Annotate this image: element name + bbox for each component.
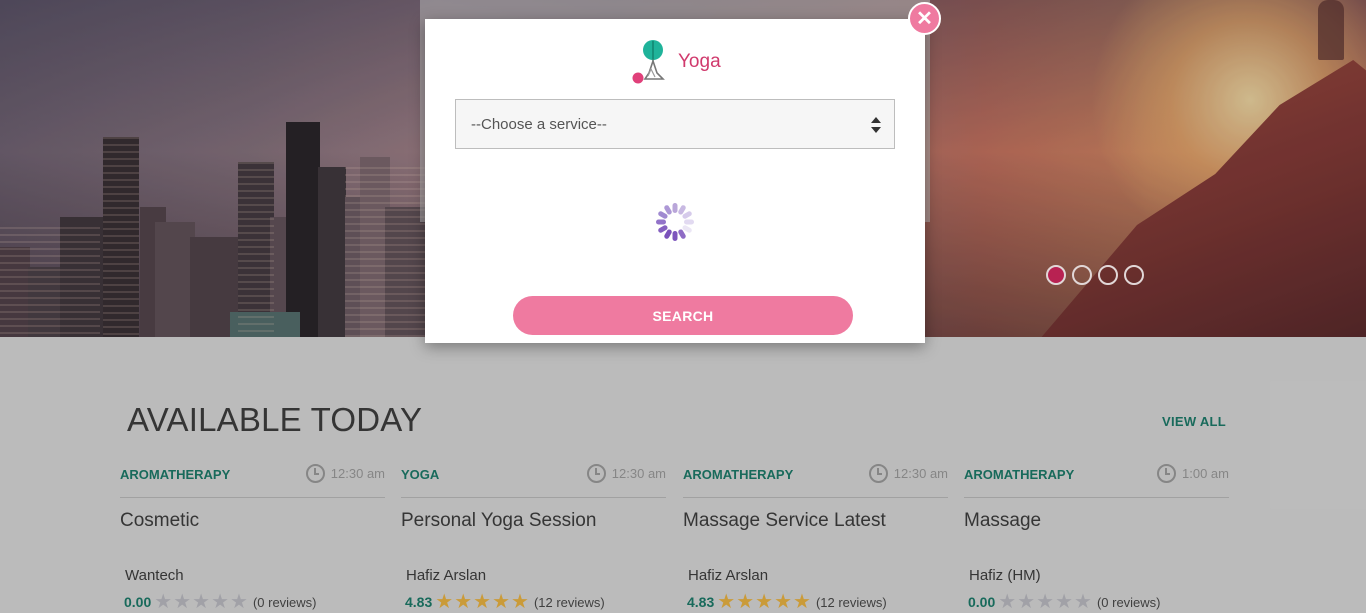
brand-name: Yoga — [678, 51, 721, 72]
brand: Yoga — [631, 39, 721, 85]
service-select-value: --Choose a service-- — [471, 115, 607, 133]
yoga-logo-icon — [632, 40, 665, 84]
search-button[interactable]: SEARCH — [513, 296, 853, 335]
service-select[interactable]: --Choose a service-- — [455, 99, 895, 149]
select-arrows-icon — [871, 117, 881, 133]
close-icon[interactable]: ✕ — [908, 2, 941, 35]
service-search-modal: Yoga --Choose a service-- SEARCH — [425, 19, 925, 343]
loading-spinner-icon — [656, 203, 694, 241]
